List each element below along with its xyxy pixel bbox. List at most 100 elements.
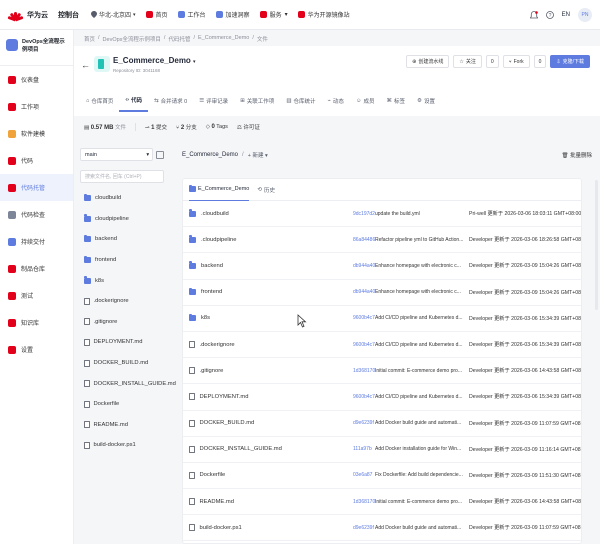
sidebar-item[interactable]: 代码托管	[0, 174, 73, 201]
repo-tab[interactable]: ⇆ 合并请求 0	[148, 90, 193, 112]
commit-hash-link[interactable]: 1d368170	[353, 499, 375, 505]
repo-tab[interactable]: ⌘ 标签	[381, 90, 412, 112]
sidebar-item[interactable]: 设置	[0, 336, 73, 363]
avatar[interactable]: PN	[578, 8, 592, 22]
top-nav-item[interactable]: 工作台	[177, 10, 206, 19]
tree-item[interactable]: Dockerfile	[80, 394, 164, 415]
table-row[interactable]: Dockerfile 03e6a87 Fix Dockerfile: Add bui…	[183, 463, 581, 490]
huawei-logo[interactable]: 华为云	[6, 10, 48, 21]
breadcrumb-item[interactable]: 代码托管	[168, 35, 190, 43]
breadcrumb-item[interactable]: 文件	[257, 35, 268, 43]
file-name-cell[interactable]: DOCKER_BUILD.md	[189, 419, 254, 427]
bell-icon[interactable]	[529, 10, 538, 20]
top-nav-item[interactable]: 服务 ▾	[259, 10, 288, 19]
sidebar-item[interactable]: 制品仓库	[0, 255, 73, 282]
top-nav-item[interactable]: 华为开源镜像站	[297, 10, 350, 19]
project-switcher[interactable]: DevOps全流程示例项目	[0, 30, 73, 66]
new-file-button[interactable]: + 新建 ▾	[248, 151, 268, 159]
file-name-cell[interactable]: .gitignore	[189, 367, 223, 375]
tree-item[interactable]: .gitignore	[80, 312, 164, 333]
tree-toggle-icon[interactable]	[156, 150, 164, 159]
commit-hash-link[interactable]: 9600b4c7	[353, 315, 375, 321]
sidebar-item[interactable]: 软件建模	[0, 120, 73, 147]
commit-hash-link[interactable]: 9600b4c7	[353, 394, 375, 400]
sidebar-item[interactable]: 测试	[0, 282, 73, 309]
repo-tab[interactable]: ⊞ 关联工作项	[234, 90, 280, 112]
file-name-cell[interactable]: .cloudbuild	[189, 209, 229, 217]
file-name-cell[interactable]: README.md	[189, 498, 234, 506]
tree-item[interactable]: backend	[80, 229, 164, 250]
file-name-cell[interactable]: DOCKER_INSTALL_GUIDE.md	[189, 445, 282, 453]
path-root[interactable]: E_Commerce_Demo	[182, 152, 238, 158]
table-row[interactable]: build-docker.ps1 d9e6239f Add Docker build…	[183, 515, 581, 542]
tab-history[interactable]: ⟲ 历史	[257, 179, 275, 201]
repo-tab[interactable]: ‹› 代码	[119, 90, 149, 112]
commit-hash-link[interactable]: d9e6239f	[353, 525, 374, 531]
file-search-input[interactable]: 搜索文件名, 回车 (Ctrl+P)	[80, 170, 164, 183]
commit-hash-link[interactable]: 1d368170	[353, 368, 375, 374]
sidebar-item[interactable]: 仪表盘	[0, 66, 73, 93]
table-row[interactable]: .cloudbuild 9dc197d2 update the build.yml P…	[183, 201, 581, 228]
stat-branches[interactable]: ⑂ 2 分支	[176, 123, 197, 131]
table-row[interactable]: DEPLOYMENT.md 9600b4c7 Add CI/CD pipeline …	[183, 384, 581, 411]
sidebar-item[interactable]: 知识库	[0, 309, 73, 336]
commit-hash-link[interactable]: 86a84486	[353, 237, 375, 243]
region-selector[interactable]: 华北-北京四 ▾	[91, 10, 136, 19]
fork-count[interactable]: 0	[533, 55, 547, 68]
back-arrow-icon[interactable]: ←	[81, 60, 90, 70]
watch-button[interactable]: ☆ 关注	[453, 55, 482, 68]
tree-item[interactable]: cloudpipeline	[80, 209, 164, 230]
table-row[interactable]: k8s 9600b4c7 Add CI/CD pipeline and Kubern…	[183, 306, 581, 332]
table-row[interactable]: backend db944a40 Enhance homepage with ele…	[183, 253, 581, 280]
commit-hash-link[interactable]: db944a40	[353, 289, 375, 295]
file-name-cell[interactable]: .dockerignore	[189, 341, 235, 349]
file-name-cell[interactable]: build-docker.ps1	[189, 524, 242, 532]
top-nav-item[interactable]: 加速洞察	[215, 10, 250, 19]
breadcrumb-item[interactable]: 首页	[84, 35, 95, 43]
tree-item[interactable]: DEPLOYMENT.md	[80, 332, 164, 353]
repo-tab[interactable]: ▥ 仓库统计	[280, 90, 321, 112]
table-row[interactable]: .dockerignore 9600b4c7 Add CI/CD pipeline …	[183, 332, 581, 359]
tree-item[interactable]: DOCKER_BUILD.md	[80, 353, 164, 374]
table-row[interactable]: DOCKER_INSTALL_GUIDE.md 111a97b Add Docker…	[183, 437, 581, 463]
table-row[interactable]: .cloudpipeline 86a84486 Refactor pipeline …	[183, 227, 581, 254]
repo-tab[interactable]: ☰ 评审记录	[193, 90, 234, 112]
commit-hash-link[interactable]: 03e6a87	[353, 472, 372, 478]
tree-item[interactable]: build-docker.ps1	[80, 435, 164, 456]
branch-selector[interactable]: main ▾	[80, 148, 154, 161]
repo-tab[interactable]: ☺ 成员	[350, 90, 381, 112]
file-name-cell[interactable]: Dockerfile	[189, 471, 225, 479]
tree-item[interactable]: README.md	[80, 415, 164, 436]
sidebar-item[interactable]: 代码	[0, 147, 73, 174]
repo-tab[interactable]: ⚙ 设置	[411, 90, 441, 112]
breadcrumb-item[interactable]: E_Commerce_Demo	[198, 35, 249, 43]
commit-hash-link[interactable]: db944a40	[353, 263, 375, 269]
fork-button[interactable]: ⑂ Fork	[502, 55, 530, 68]
file-name-cell[interactable]: k8s	[189, 313, 210, 322]
file-name-cell[interactable]: frontend	[189, 287, 222, 296]
help-icon[interactable]: ?	[545, 11, 554, 19]
sidebar-item[interactable]: 持续交付	[0, 228, 73, 255]
create-pipeline-button[interactable]: ⊕ 创建流水线	[406, 55, 450, 68]
batch-delete-button[interactable]: 🗑︎ 批量删除	[561, 151, 592, 159]
console-link[interactable]: 控制台	[58, 10, 79, 20]
repo-tab[interactable]: ⌁ 动态	[322, 90, 350, 112]
stat-commits[interactable]: ⊸ 1 提交	[145, 123, 167, 131]
repo-title[interactable]: E_Commerce_Demo ▾	[113, 56, 196, 65]
repo-tab[interactable]: ⌂ 仓库首页	[80, 90, 119, 112]
tree-item[interactable]: frontend	[80, 250, 164, 271]
stat-tags[interactable]: ◇ 0 Tags	[206, 124, 228, 130]
tab-files[interactable]: E_Commerce_Demo	[189, 179, 250, 201]
top-nav-item[interactable]: 首页	[145, 10, 168, 19]
file-name-cell[interactable]: .cloudpipeline	[189, 235, 236, 243]
file-name-cell[interactable]: DEPLOYMENT.md	[189, 393, 248, 401]
stat-size[interactable]: ▤ 0.57 MB 文件	[84, 123, 126, 131]
tree-item[interactable]: k8s	[80, 270, 164, 291]
commit-hash-link[interactable]: 9600b4c7	[353, 342, 375, 348]
clone-download-button[interactable]: ⇩ 克隆/下载	[550, 55, 590, 68]
commit-hash-link[interactable]: d9e6239f	[353, 420, 374, 426]
sidebar-item[interactable]: 工作项	[0, 93, 73, 120]
file-name-cell[interactable]: backend	[189, 261, 223, 269]
commit-hash-link[interactable]: 111a97b	[353, 446, 372, 452]
tree-item[interactable]: DOCKER_INSTALL_GUIDE.md	[80, 373, 176, 394]
